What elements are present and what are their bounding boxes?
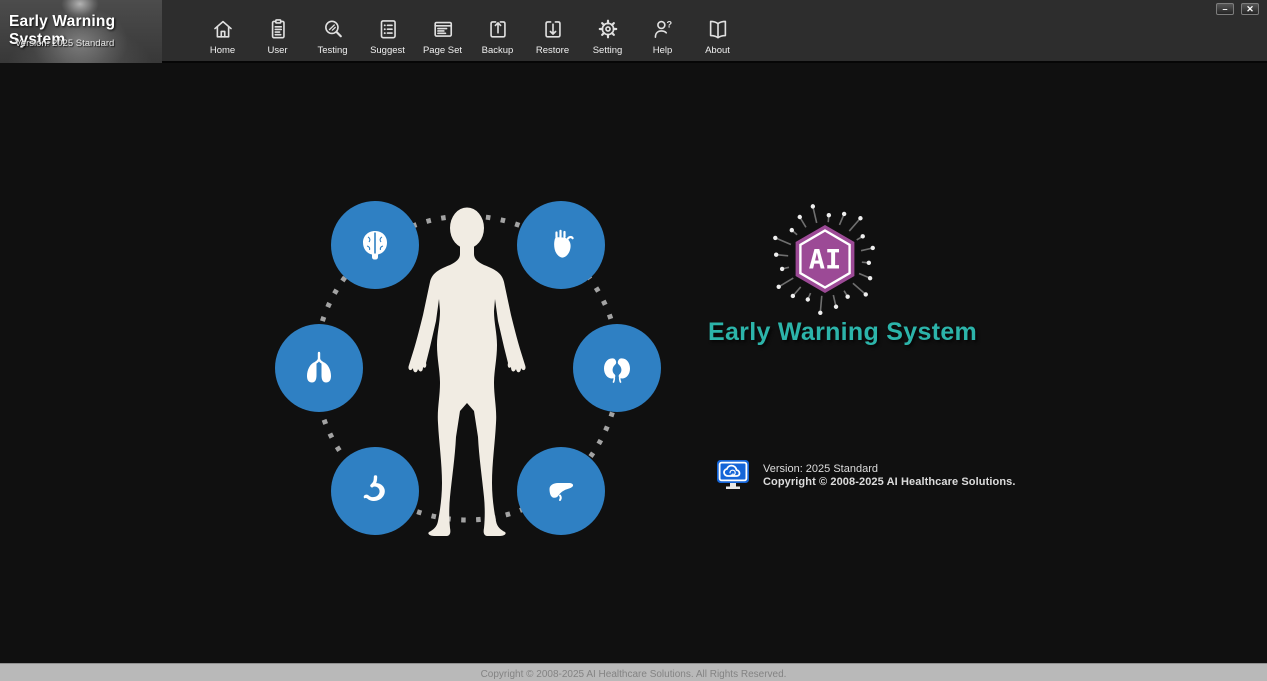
app-window: Early Warning System Version: 2025 Stand… <box>0 0 1267 681</box>
toolbar-item-restore[interactable]: Restore <box>525 16 580 56</box>
brand-title: Early Warning System <box>708 318 977 347</box>
footer-bar: Copyright © 2008-2025 AI Healthcare Solu… <box>0 663 1267 681</box>
ai-chip-logo: AI <box>770 204 880 316</box>
version-line: Version: 2025 Standard <box>763 463 1016 476</box>
human-body-silhouette <box>408 208 525 537</box>
body-organs-illustration <box>267 181 667 555</box>
toolbar-label: Page Set <box>423 45 462 56</box>
organ-kidneys <box>573 324 661 412</box>
toolbar-item-help[interactable]: ? Help <box>635 16 690 56</box>
toolbar-label: Home <box>210 45 235 56</box>
organ-lungs <box>275 324 363 412</box>
toolbar-item-home[interactable]: Home <box>195 16 250 56</box>
header-bar: Early Warning System Version: 2025 Stand… <box>0 0 1267 63</box>
window-controls: – ✕ <box>1216 3 1259 15</box>
toolbar-label: Testing <box>317 45 347 56</box>
toolbar-label: Help <box>653 45 673 56</box>
person-question-icon: ? <box>650 16 676 42</box>
minimize-button[interactable]: – <box>1216 3 1234 15</box>
toolbar-item-setting[interactable]: Setting <box>580 16 635 56</box>
toolbar-label: Setting <box>593 45 623 56</box>
toolbar-item-user[interactable]: User <box>250 16 305 56</box>
page-layout-icon <box>430 16 456 42</box>
toolbar-item-suggest[interactable]: Suggest <box>360 16 415 56</box>
organ-stomach <box>331 447 419 535</box>
main-content: AI Early Warning System Version: 2025 St… <box>0 65 1267 663</box>
organ-brain <box>331 201 419 289</box>
ai-logo-text: AI <box>809 245 842 276</box>
organ-liver <box>517 447 605 535</box>
toolbar-item-about[interactable]: About <box>690 16 745 56</box>
organ-heart <box>517 201 605 289</box>
magnifier-icon <box>320 16 346 42</box>
open-book-icon <box>705 16 731 42</box>
toolbar-item-testing[interactable]: Testing <box>305 16 360 56</box>
clipboard-icon <box>265 16 291 42</box>
app-logo-block: Early Warning System Version: 2025 Stand… <box>0 0 162 63</box>
toolbar-item-backup[interactable]: Backup <box>470 16 525 56</box>
toolbar-label: User <box>267 45 287 56</box>
toolbar-item-pageset[interactable]: Page Set <box>415 16 470 56</box>
copyright-line: Copyright © 2008-2025 AI Healthcare Solu… <box>763 476 1016 489</box>
toolbar-label: Restore <box>536 45 569 56</box>
box-arrow-up-icon <box>485 16 511 42</box>
list-icon <box>375 16 401 42</box>
toolbar-label: Backup <box>482 45 514 56</box>
close-button[interactable]: ✕ <box>1241 3 1259 15</box>
box-arrow-down-icon <box>540 16 566 42</box>
version-block: Version: 2025 Standard Copyright © 2008-… <box>716 459 1016 494</box>
home-icon <box>210 16 236 42</box>
main-toolbar: Home User Testing <box>195 16 745 56</box>
gear-icon <box>595 16 621 42</box>
footer-copyright: Copyright © 2008-2025 AI Healthcare Solu… <box>481 669 787 680</box>
cloud-monitor-icon <box>716 459 750 494</box>
toolbar-label: Suggest <box>370 45 405 56</box>
app-version-label: Version: 2025 Standard <box>15 38 114 49</box>
toolbar-label: About <box>705 45 730 56</box>
svg-text:?: ? <box>666 20 672 30</box>
